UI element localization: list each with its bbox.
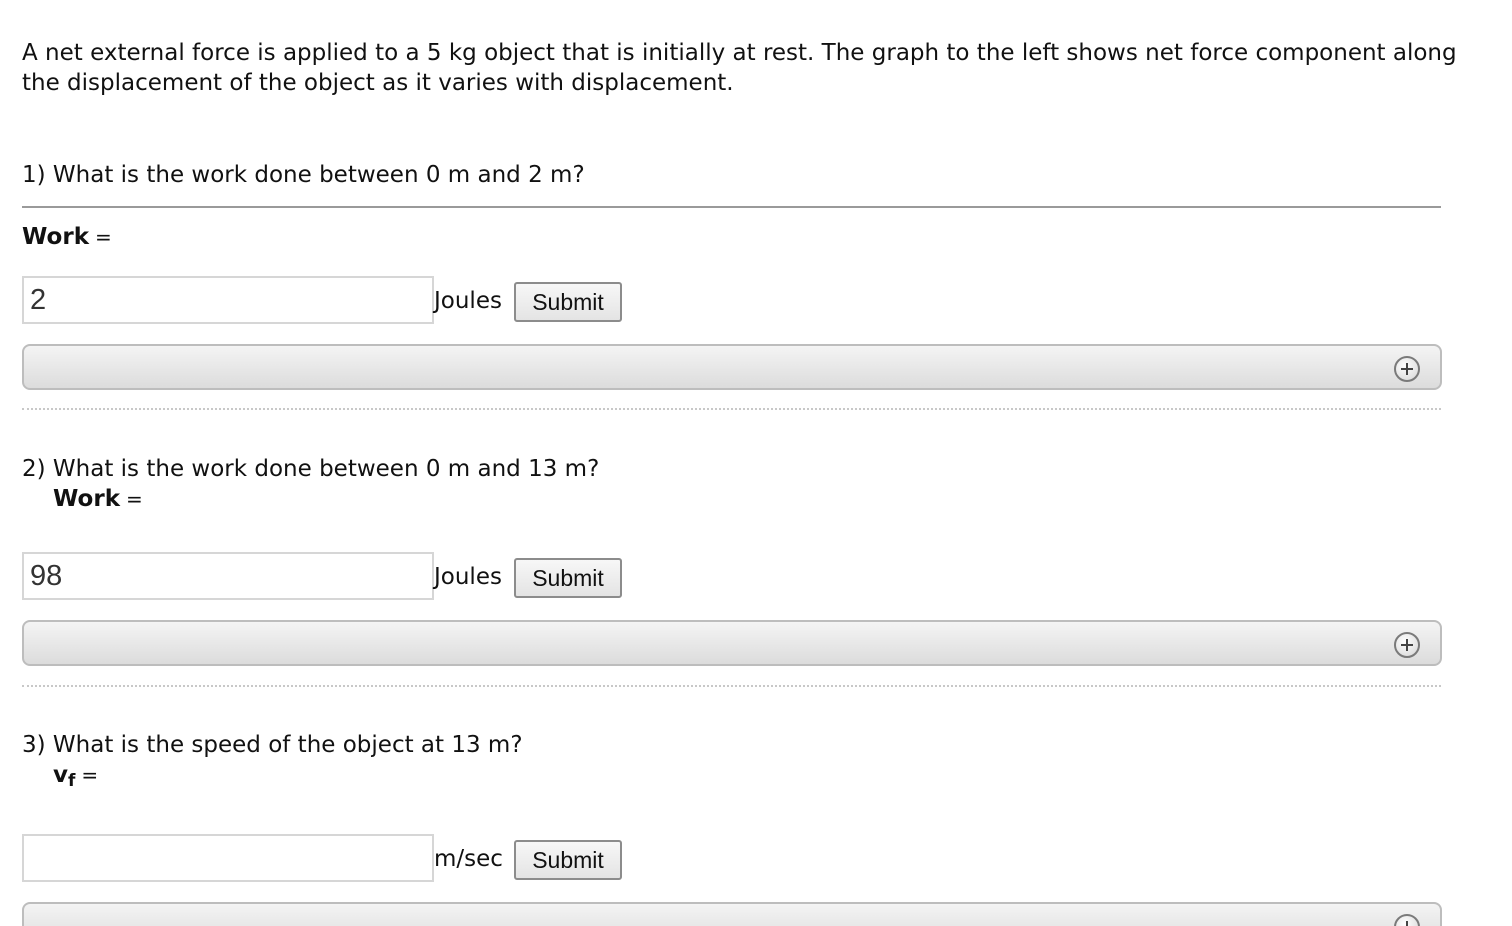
plus-circle-icon[interactable] (1394, 632, 1420, 658)
question-2-separator (22, 685, 1441, 687)
question-1-answer-input[interactable] (22, 276, 434, 324)
question-3-prompt: 3) What is the speed of the object at 13… (22, 732, 523, 758)
problem-page: A net external force is applied to a 5 k… (0, 0, 1512, 926)
question-1-label: Work = (22, 224, 112, 250)
question-1-submit-button[interactable]: Submit (514, 282, 622, 322)
question-2-prompt: 2) What is the work done between 0 m and… (22, 456, 600, 482)
question-2-answer-input[interactable] (22, 552, 434, 600)
question-3-hint-expander[interactable] (22, 902, 1442, 926)
question-2-label: Work = (53, 486, 143, 512)
plus-circle-icon[interactable] (1394, 914, 1420, 926)
question-2-hint-expander[interactable] (22, 620, 1442, 666)
plus-circle-icon[interactable] (1394, 356, 1420, 382)
question-2-unit: Joules (434, 564, 502, 590)
question-1-unit: Joules (434, 288, 502, 314)
question-1-hint-expander[interactable] (22, 344, 1442, 390)
question-1-prompt: 1) What is the work done between 0 m and… (22, 162, 585, 188)
problem-statement: A net external force is applied to a 5 k… (22, 40, 1457, 96)
question-3-unit: m/sec (434, 846, 503, 872)
question-1-separator (22, 408, 1441, 410)
question-3-submit-button[interactable]: Submit (514, 840, 622, 880)
question-2-submit-button[interactable]: Submit (514, 558, 622, 598)
question-3-answer-input[interactable] (22, 834, 434, 882)
question-3-label: vf = (53, 762, 99, 791)
question-1-divider (22, 206, 1441, 208)
